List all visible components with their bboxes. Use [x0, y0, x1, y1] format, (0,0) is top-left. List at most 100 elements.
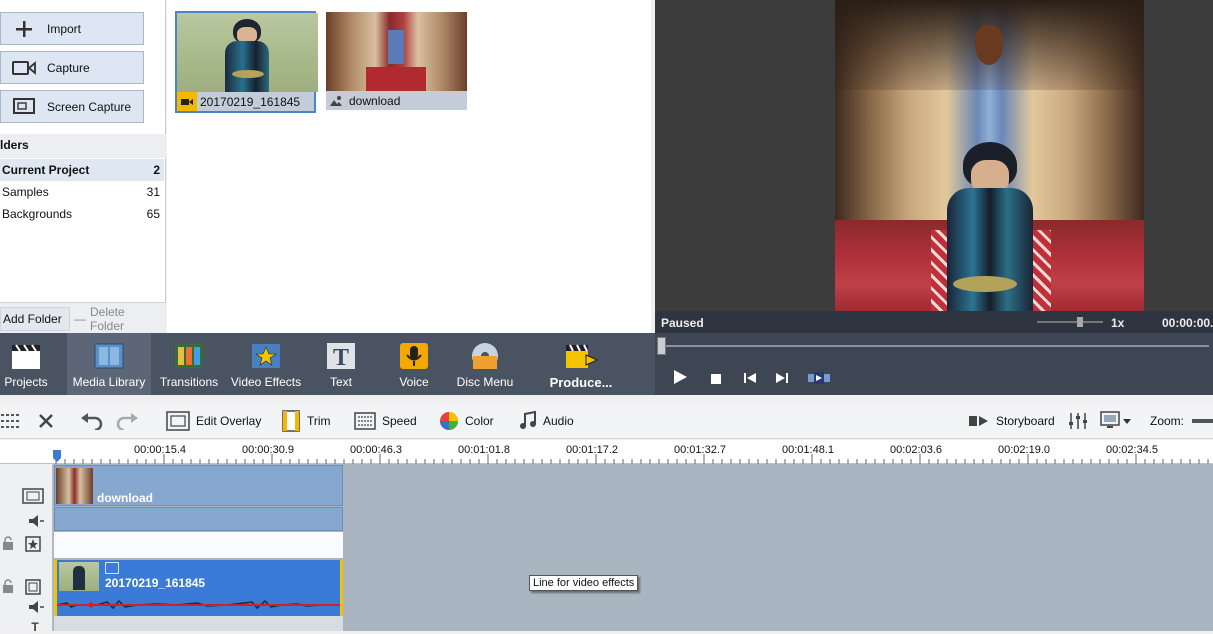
edit-overlay-icon — [166, 411, 190, 431]
audio-mixer-icon[interactable] — [1066, 403, 1090, 439]
time-readout: 00:00:00. — [1162, 316, 1213, 330]
produce-button[interactable]: Produce... — [546, 333, 616, 395]
image-audio-lane[interactable] — [54, 507, 343, 531]
storyboard-button[interactable]: Storyboard — [968, 403, 1055, 439]
tick-label: 00:02:34.5 — [1106, 444, 1158, 456]
text-label: Text — [329, 375, 352, 389]
lock-icon[interactable] — [2, 579, 14, 596]
plus-icon — [1, 20, 47, 38]
screen-capture-button[interactable]: Screen Capture — [0, 90, 144, 123]
effect-star-icon[interactable] — [105, 562, 119, 574]
timeline-ruler[interactable]: 00:00:15.4 00:00:30.9 00:00:46.3 00:01:0… — [0, 440, 1213, 464]
transitions-button[interactable]: Transitions — [155, 333, 223, 395]
disc-icon — [470, 341, 500, 371]
add-folder-button[interactable]: Add Folder — [0, 307, 70, 331]
storyboard-icon — [968, 414, 990, 428]
video-effects-label: Video Effects — [230, 375, 302, 389]
play-icon[interactable] — [672, 369, 688, 388]
lock-icon[interactable] — [2, 536, 14, 553]
screen-capture-label: Screen Capture — [47, 99, 132, 114]
left-panel: Import Capture Screen Capture lders Curr… — [0, 0, 166, 333]
tick-label: 00:01:32.7 — [674, 444, 726, 456]
fullscreen-icon[interactable] — [808, 372, 830, 387]
speed-slider[interactable] — [1037, 317, 1103, 327]
next-frame-icon[interactable] — [776, 372, 788, 387]
disc-menu-button[interactable]: Disc Menu — [455, 333, 515, 395]
main-toolbar: Projects Media Library Transitions Video… — [0, 333, 1213, 395]
folder-count: 31 — [146, 185, 160, 199]
capture-button[interactable]: Capture — [0, 51, 144, 84]
speaker-icon[interactable] — [28, 514, 44, 531]
media-library-button[interactable]: Media Library — [67, 333, 151, 395]
clip-thumbnail — [56, 468, 93, 504]
tick-label: 00:00:46.3 — [350, 444, 402, 456]
seek-bar[interactable] — [659, 345, 1209, 347]
projects-button[interactable]: Projects — [0, 333, 52, 395]
tick-label: 00:00:15.4 — [134, 444, 186, 456]
tick-label: 00:01:48.1 — [782, 444, 834, 456]
seek-handle[interactable] — [657, 337, 666, 355]
zoom-control: Zoom: — [1150, 403, 1213, 439]
undo-icon[interactable] — [80, 403, 104, 439]
video-icon — [177, 92, 197, 111]
effects-lane[interactable] — [54, 532, 343, 558]
edit-toolbar: Edit Overlay Trim Speed Color Audio Stor… — [0, 403, 1213, 439]
clip-name: download — [97, 491, 153, 505]
audio-button[interactable]: Audio — [519, 403, 574, 439]
capture-label: Capture — [47, 60, 90, 75]
svg-text:T: T — [31, 620, 39, 631]
preview-frame[interactable] — [835, 0, 1144, 311]
edit-overlay-button[interactable]: Edit Overlay — [166, 403, 261, 439]
clip-name: 20170219_161845 — [105, 576, 206, 590]
speaker-icon[interactable] — [28, 600, 44, 617]
screen-capture-icon — [1, 97, 47, 116]
speed-slider-handle[interactable] — [1077, 317, 1083, 327]
text-button[interactable]: T Text — [318, 333, 364, 395]
video-track-icon — [22, 488, 44, 507]
import-button[interactable]: Import — [0, 12, 144, 45]
media-library-label: Media Library — [72, 375, 146, 389]
playhead-icon[interactable] — [53, 450, 61, 465]
video-effects-button[interactable]: Video Effects — [230, 333, 302, 395]
media-item-name: download — [349, 93, 401, 108]
effects-track-icon — [25, 536, 41, 555]
folder-count: 2 — [153, 163, 160, 177]
stop-icon[interactable] — [711, 373, 721, 387]
media-item-video[interactable]: 20170219_161845 — [175, 11, 318, 113]
trim-button[interactable]: Trim — [281, 403, 331, 439]
video-thumbnail — [177, 13, 318, 92]
track-headers: T — [0, 464, 53, 634]
video-camera-icon — [1, 60, 47, 76]
folder-current-project[interactable]: Current Project 2 — [0, 159, 164, 181]
preview-status-bar: Paused 1x 00:00:00. — [655, 311, 1213, 333]
speed-button[interactable]: Speed — [354, 403, 417, 439]
aspect-ratio-dropdown[interactable] — [1100, 403, 1131, 439]
color-wheel-icon — [439, 411, 459, 431]
playback-status: Paused — [661, 316, 704, 330]
video-audio-waveform[interactable] — [54, 593, 343, 616]
redo-icon[interactable] — [115, 403, 139, 439]
text-track-icon: T — [28, 620, 42, 634]
folder-name: Current Project — [2, 163, 90, 177]
zoom-slider[interactable] — [1192, 419, 1213, 423]
delete-icon[interactable] — [37, 403, 55, 439]
projects-label: Projects — [4, 375, 48, 389]
color-button[interactable]: Color — [439, 403, 494, 439]
trim-label: Trim — [307, 414, 331, 428]
folder-samples[interactable]: Samples 31 — [0, 181, 164, 203]
svg-text:T: T — [333, 345, 349, 370]
text-lane[interactable] — [54, 616, 343, 631]
media-item-image[interactable]: download — [326, 12, 467, 110]
storyboard-label: Storyboard — [996, 414, 1055, 428]
folder-backgrounds[interactable]: Backgrounds 65 — [0, 203, 164, 225]
voice-button[interactable]: Voice — [392, 333, 436, 395]
image-clip[interactable]: download — [54, 465, 343, 506]
timeline-tracks: T download 20170219_161845 — [0, 464, 1213, 634]
player-controls — [655, 333, 1213, 395]
split-icon[interactable] — [0, 403, 22, 439]
speed-value: 1x — [1111, 316, 1125, 330]
previous-frame-icon[interactable] — [744, 372, 756, 387]
video-clip[interactable]: 20170219_161845 — [54, 560, 343, 593]
chevron-down-icon — [1123, 414, 1131, 428]
delete-folder-button[interactable]: — Delete Folder — [72, 305, 164, 333]
